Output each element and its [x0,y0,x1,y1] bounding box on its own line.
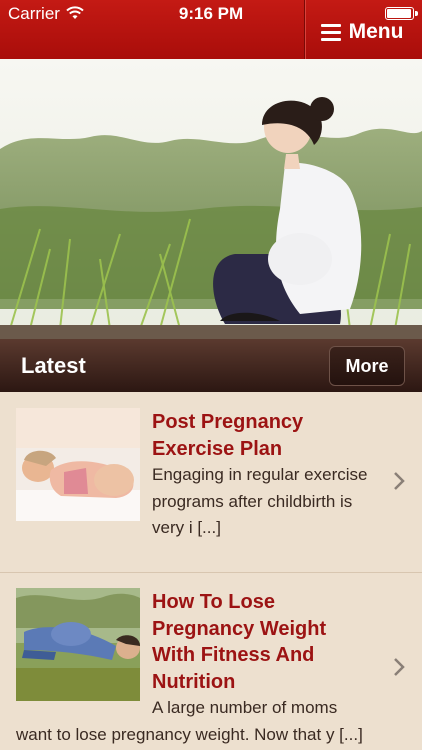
chevron-right-icon [394,472,405,490]
article-thumbnail [16,408,140,521]
article-excerpt-line: programs after childbirth is [152,491,353,511]
article-title-line: Pregnancy Weight [152,617,327,640]
article-item[interactable]: Post Pregnancy Exercise Plan Engaging in… [0,392,422,573]
section-title: Latest [21,353,86,378]
article-title-line: With Fitness And [152,644,315,666]
article-title-line: Nutrition [152,670,236,693]
article-excerpt-line: Engaging in regular exercise [152,465,368,484]
menu-label: Menu [348,20,404,43]
article-title-line: How To Lose [152,591,275,613]
section-header: Latest More [0,339,422,392]
more-button[interactable]: More [329,346,405,386]
nav-bar: Carrier 9:16 PM Menu [0,0,422,59]
hero-image [0,59,422,339]
nav-divider [304,0,305,59]
article-excerpt-line: want to lose pregnancy weight. Now that … [16,724,363,744]
article-excerpt: Engaging in regular exercise programs af… [152,462,382,542]
article-title: Post Pregnancy Exercise Plan [152,409,382,462]
article-title: How To Lose Pregnancy Weight With Fitnes… [152,589,382,695]
app-screen: Carrier 9:16 PM Menu Latest More Post Pr… [0,0,422,750]
article-title-line: Post Pregnancy [152,411,304,433]
article-excerpt-line: A large number of moms [152,698,338,717]
article-item[interactable]: How To Lose Pregnancy Weight With Fitnes… [0,573,422,750]
article-thumbnail [16,588,140,701]
article-title-line: Exercise Plan [152,437,283,460]
menu-button[interactable]: Menu [306,14,418,50]
chevron-right-icon [394,658,405,676]
hamburger-icon [320,23,341,41]
article-excerpt: A large number of moms want to lose preg… [16,695,386,748]
article-excerpt-line: very i [...] [152,518,221,537]
